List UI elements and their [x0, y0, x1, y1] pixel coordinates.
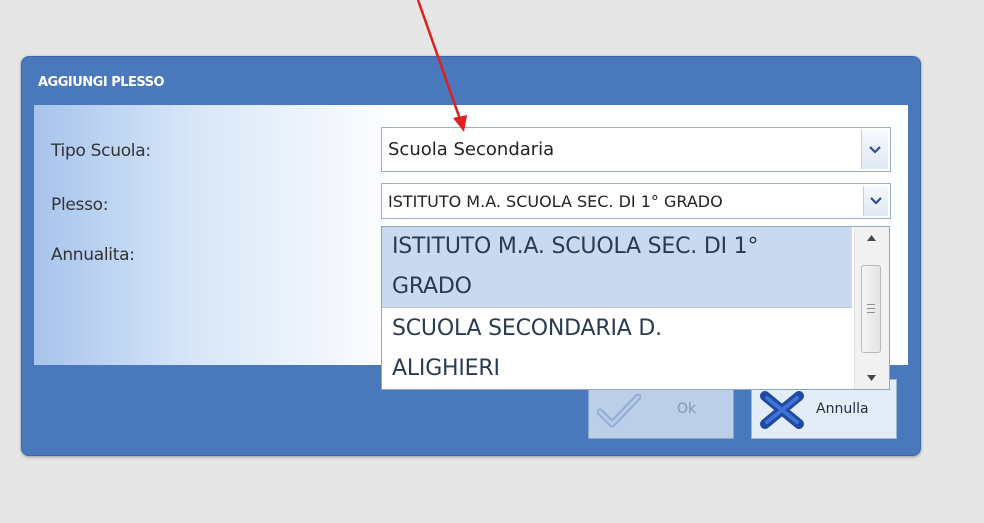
annualita-label: Annualita: [51, 245, 135, 265]
tipo-scuola-label: Tipo Scuola: [51, 141, 151, 161]
checkmark-icon [597, 394, 641, 428]
dropdown-option-2[interactable]: SCUOLA SECONDARIA D. ALIGHIERI [382, 309, 852, 389]
close-x-icon [760, 391, 804, 429]
scrollbar-thumb[interactable] [861, 265, 881, 353]
dialog-title: AGGIUNGI PLESSO [38, 75, 165, 90]
dropdown-scrollbar[interactable] [854, 227, 889, 389]
scroll-down-icon[interactable] [855, 367, 888, 389]
option-1-line1: ISTITUTO M.A. SCUOLA SEC. DI 1° [392, 234, 759, 259]
option-divider [382, 307, 852, 308]
tipo-scuola-chevron-down-icon[interactable] [861, 130, 888, 169]
plesso-value: ISTITUTO M.A. SCUOLA SEC. DI 1° GRADO [388, 191, 723, 211]
plesso-label: Plesso: [51, 195, 109, 215]
plesso-select[interactable]: ISTITUTO M.A. SCUOLA SEC. DI 1° GRADO [381, 183, 891, 219]
scroll-up-icon[interactable] [855, 227, 888, 249]
tipo-scuola-select[interactable]: Scuola Secondaria [381, 127, 891, 172]
option-1-line2: GRADO [392, 274, 472, 299]
plesso-dropdown-list[interactable]: ISTITUTO M.A. SCUOLA SEC. DI 1° GRADO SC… [381, 226, 890, 390]
dropdown-option-1[interactable]: ISTITUTO M.A. SCUOLA SEC. DI 1° GRADO [382, 227, 852, 307]
tipo-scuola-value: Scuola Secondaria [388, 139, 555, 160]
ok-label: Ok [677, 401, 697, 417]
option-2-line2: ALIGHIERI [392, 356, 500, 381]
option-2-line1: SCUOLA SECONDARIA D. [392, 316, 662, 341]
cancel-label: Annulla [816, 401, 869, 417]
plesso-chevron-down-icon[interactable] [863, 186, 888, 216]
